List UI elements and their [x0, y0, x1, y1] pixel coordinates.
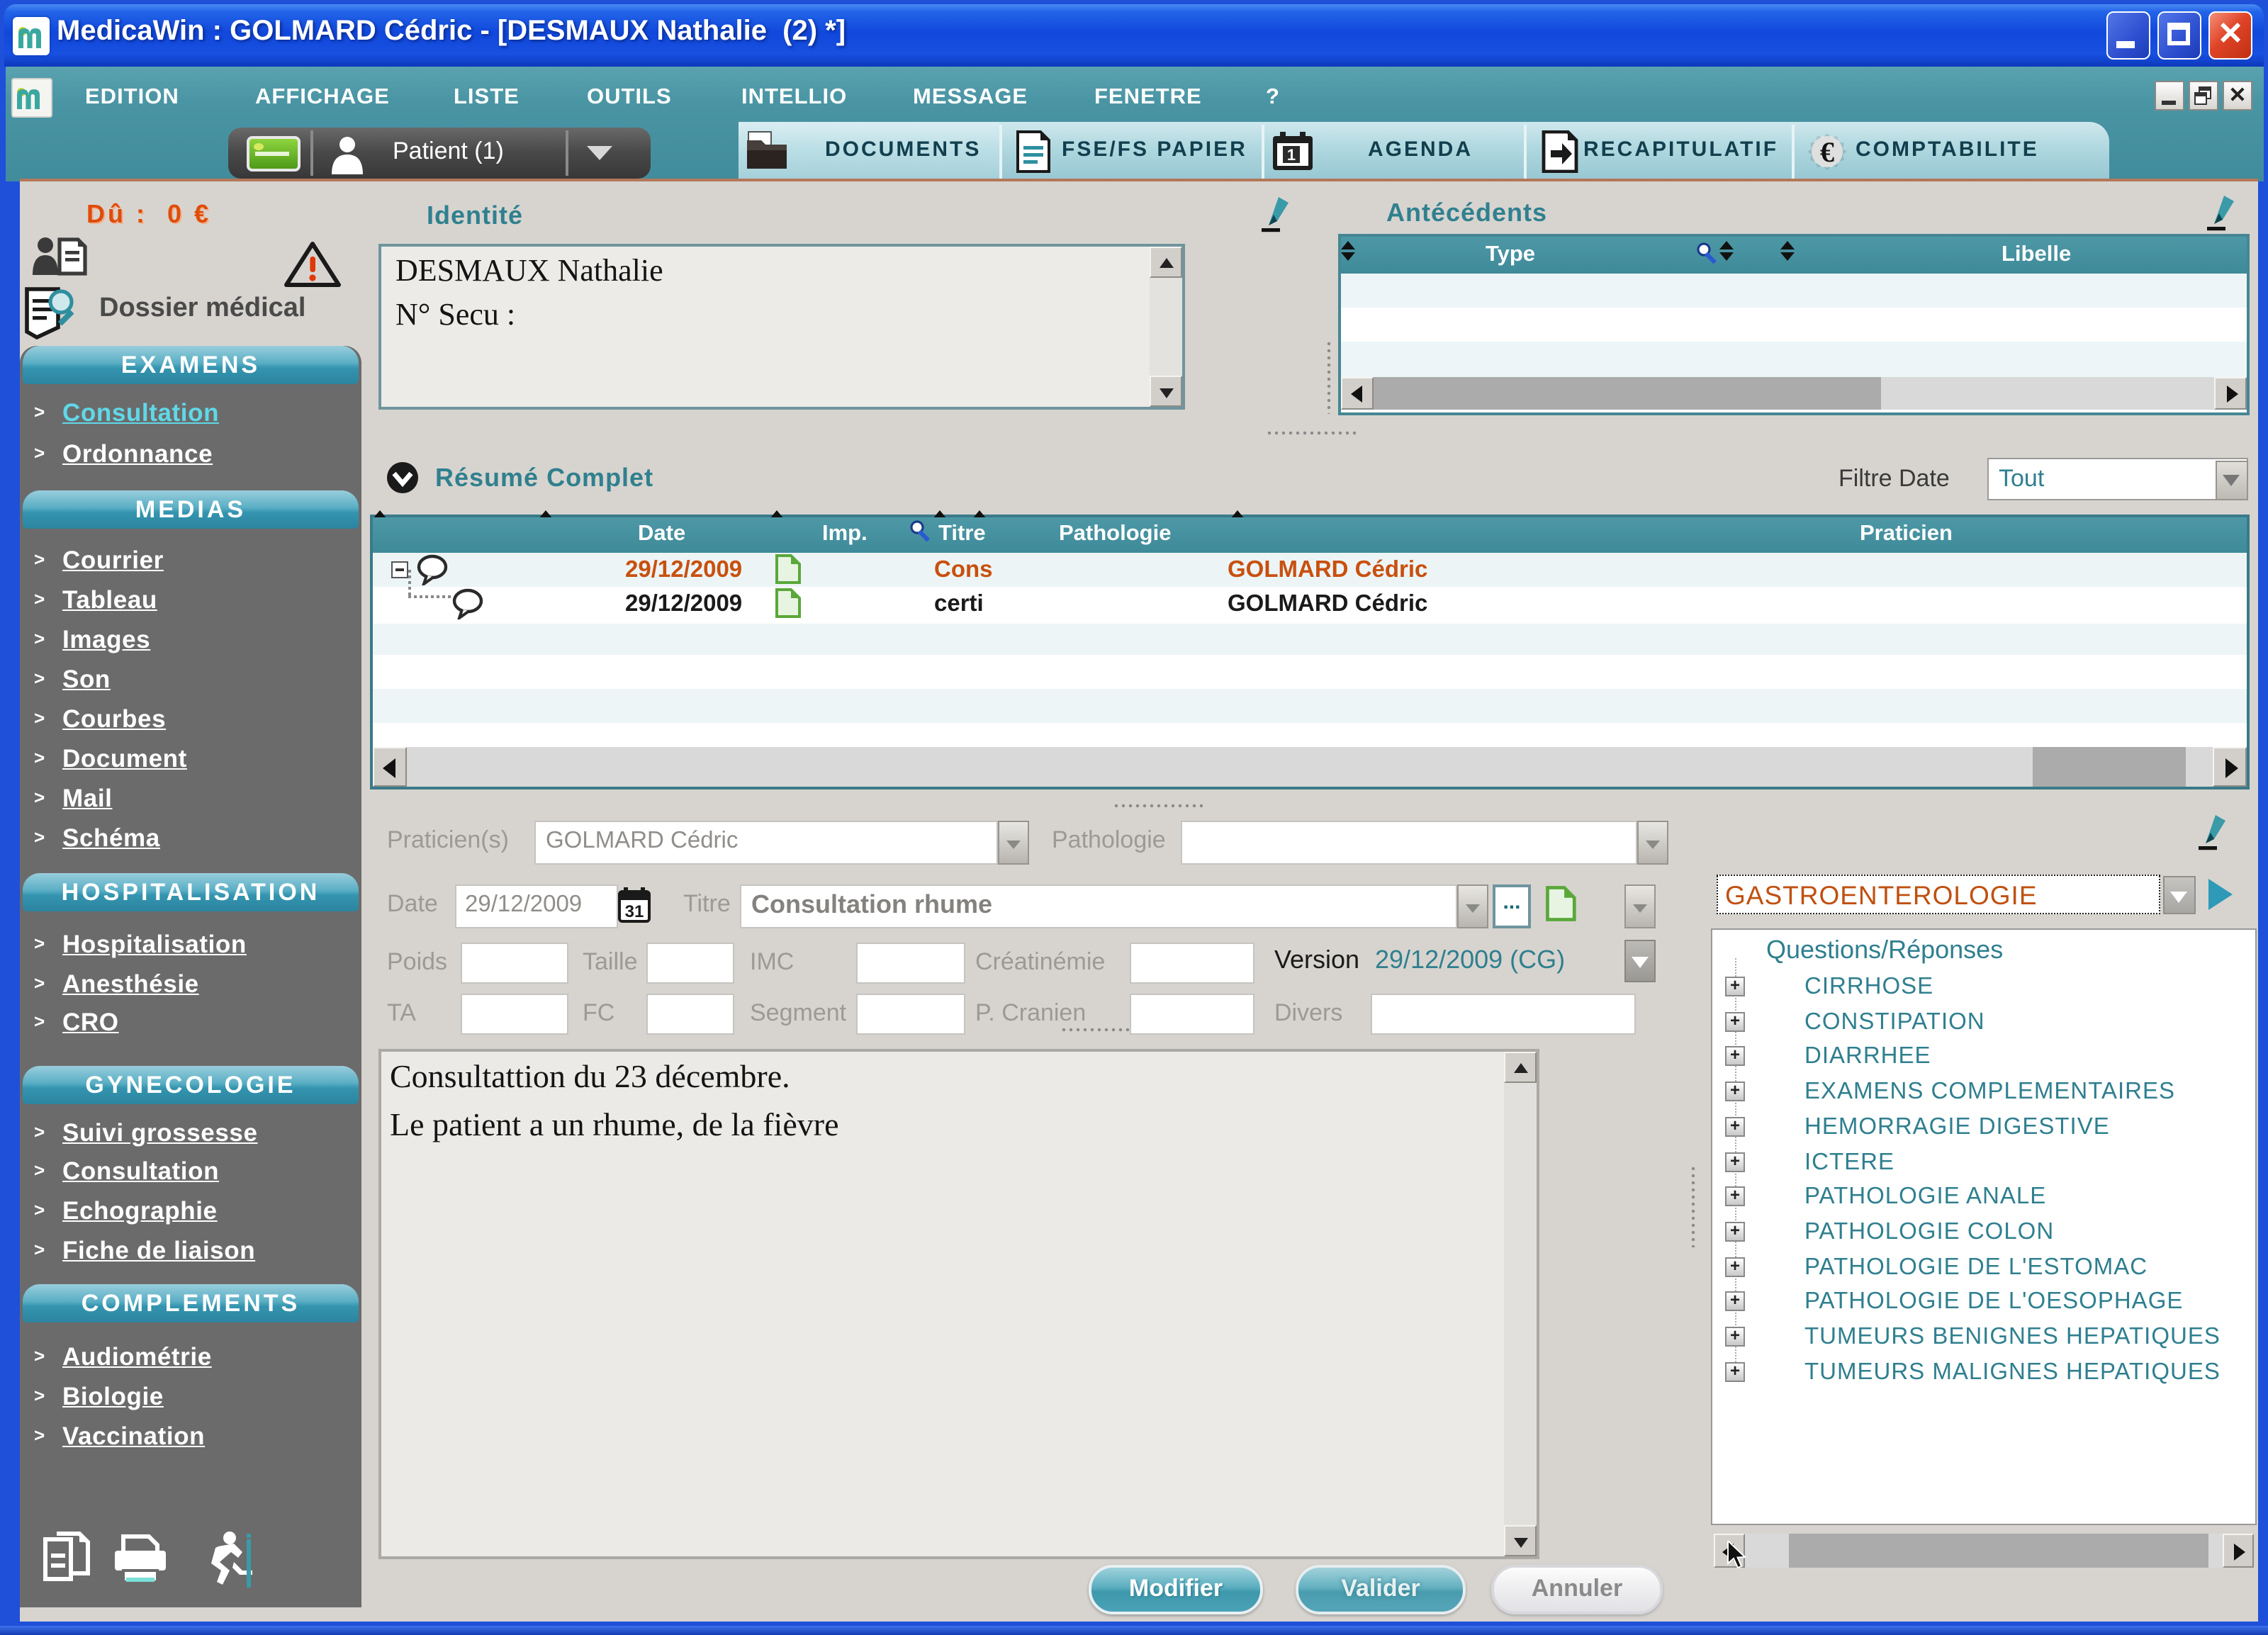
svg-text:31: 31: [625, 902, 644, 921]
svg-text:1: 1: [1287, 146, 1296, 164]
svg-text:€: €: [1820, 136, 1834, 168]
